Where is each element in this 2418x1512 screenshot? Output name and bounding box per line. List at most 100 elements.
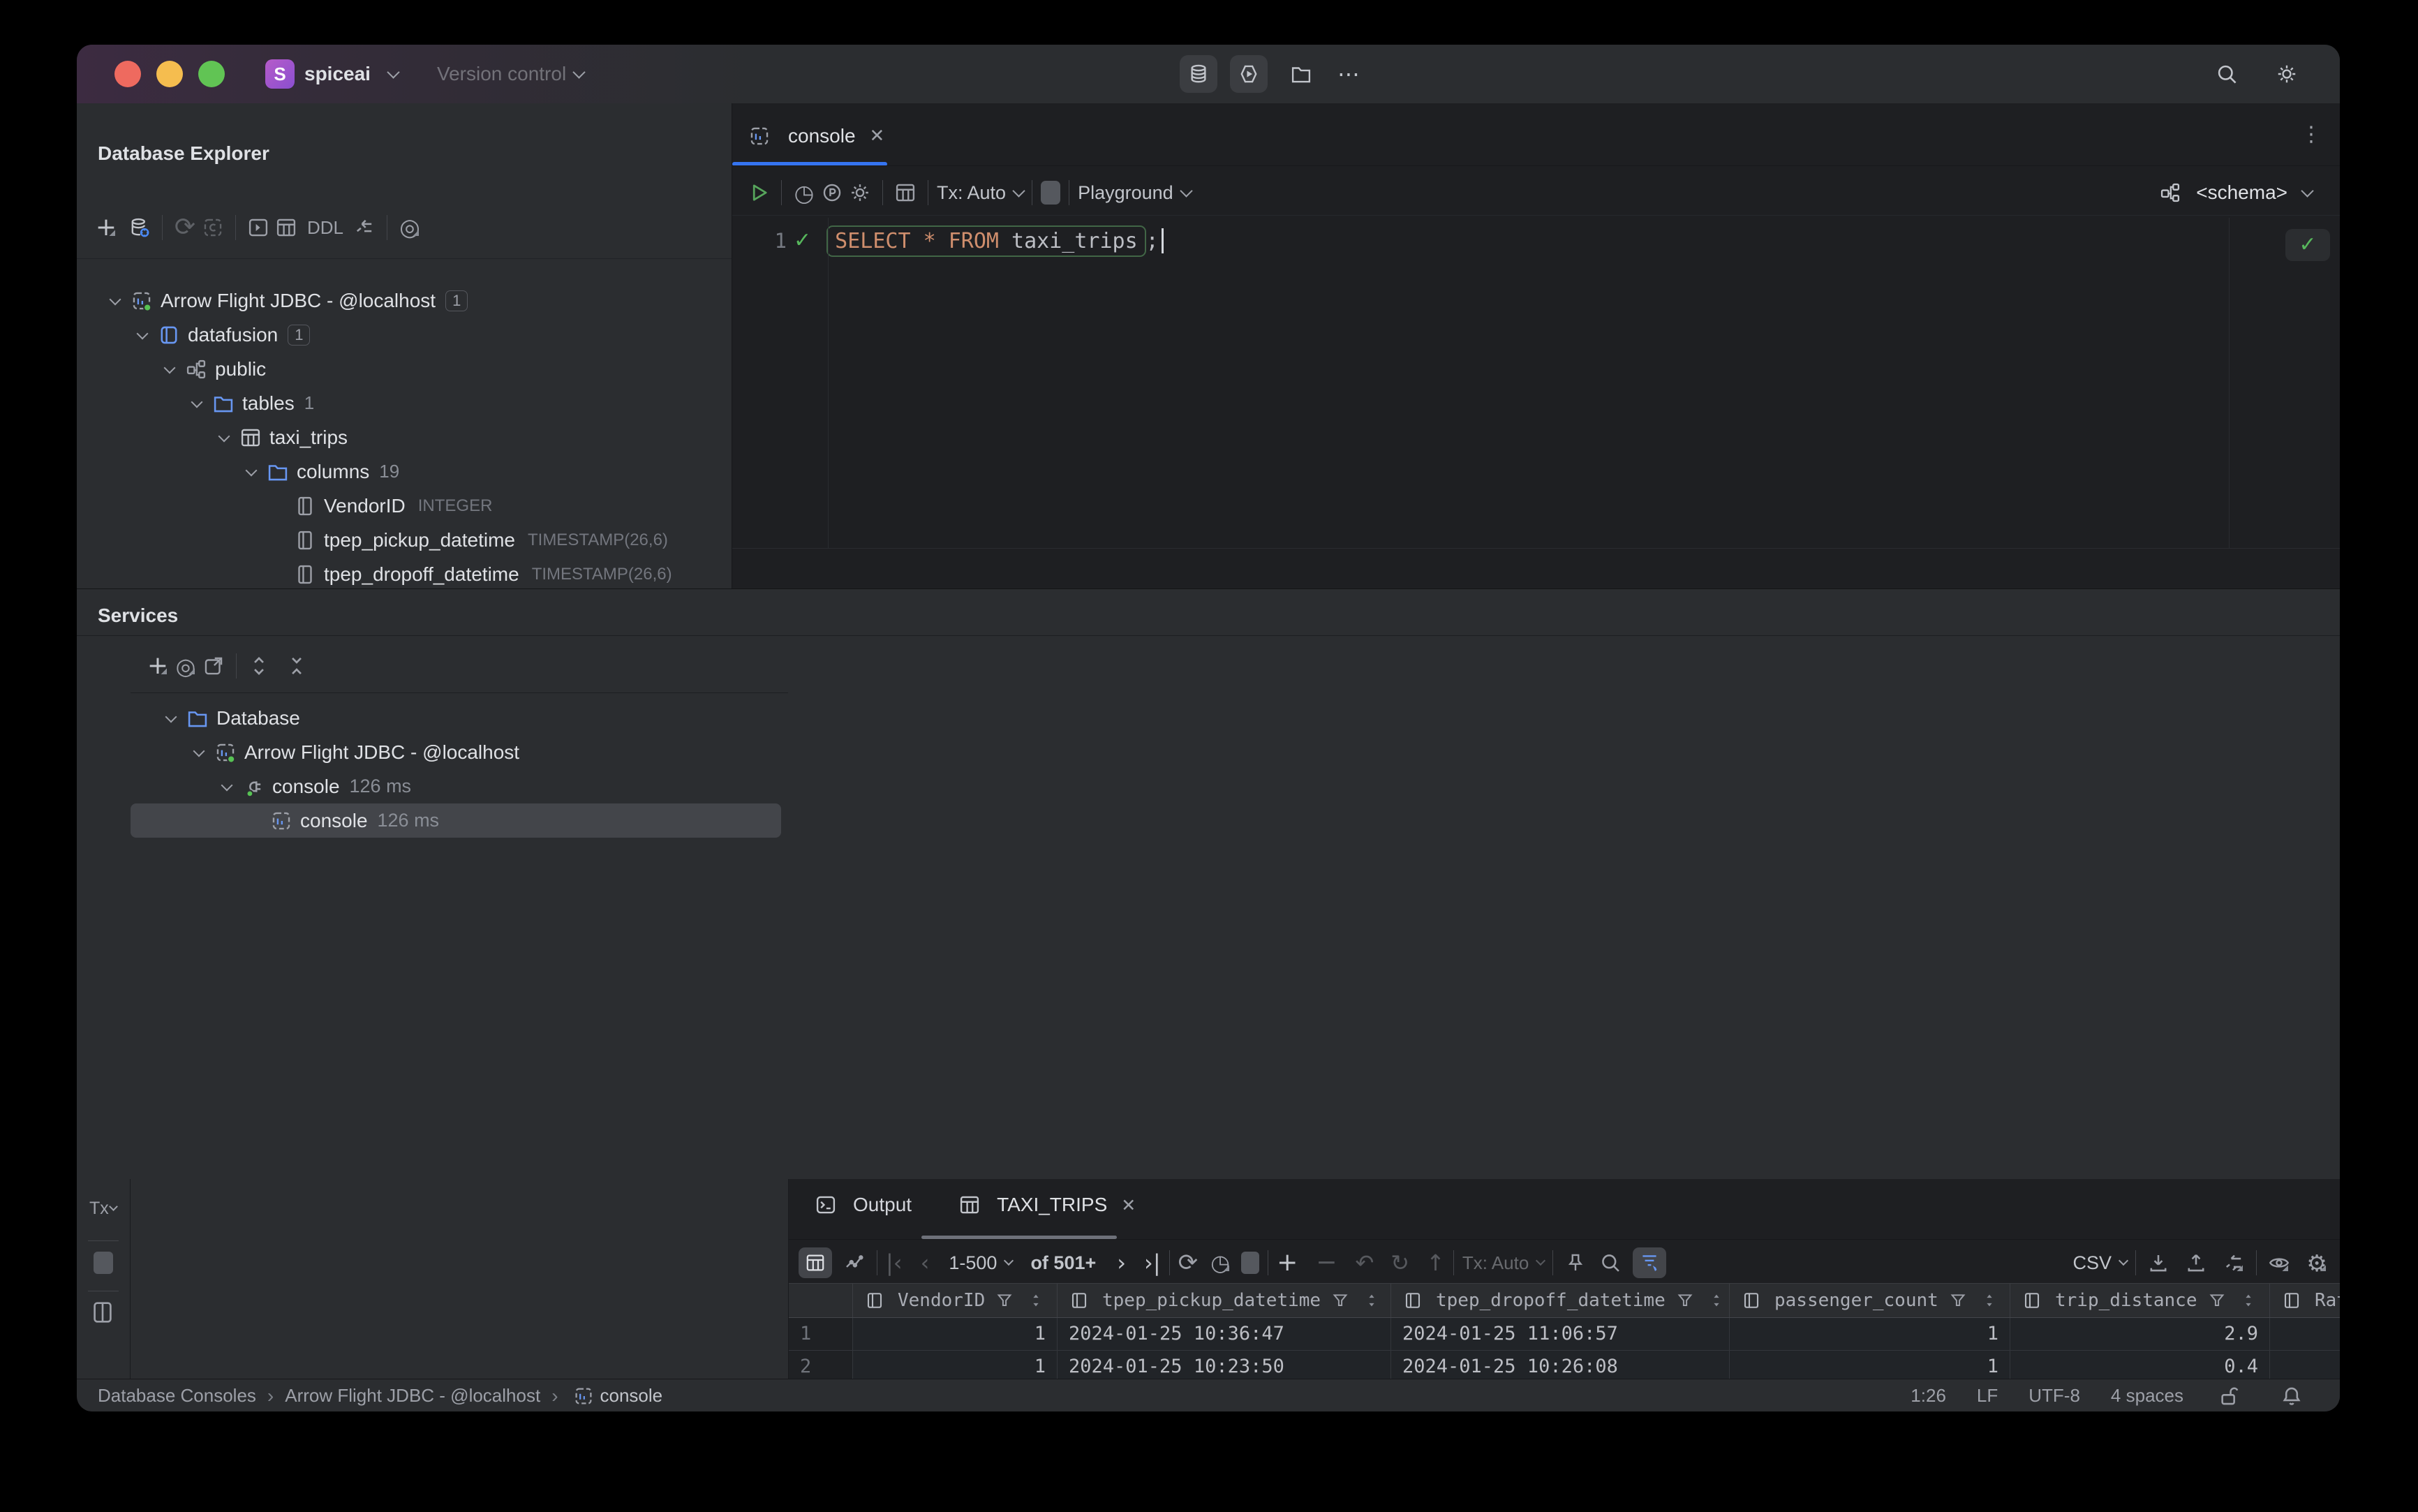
open-query-console-icon[interactable] bbox=[244, 214, 272, 242]
refresh-icon[interactable]: ⟳ bbox=[171, 214, 199, 242]
filter-panel-button[interactable] bbox=[1633, 1247, 1667, 1278]
settings-gear-icon[interactable] bbox=[2273, 60, 2301, 88]
schema-select[interactable]: <schema> bbox=[2154, 170, 2314, 215]
tree-item-tables[interactable]: tables 1 bbox=[77, 386, 732, 420]
tree-item-console[interactable]: console 126 ms bbox=[131, 769, 788, 803]
editor-kebab-menu-icon[interactable]: ⋮ bbox=[2301, 124, 2322, 145]
tx-mode-select[interactable]: Tx: Auto bbox=[937, 182, 1025, 204]
column-header-vendorid[interactable]: VendorID bbox=[853, 1284, 1058, 1317]
encoding[interactable]: UTF-8 bbox=[2028, 1385, 2080, 1407]
find-icon[interactable] bbox=[1596, 1249, 1624, 1277]
lock-open-icon[interactable] bbox=[2217, 1384, 2241, 1408]
chevron-down-icon[interactable] bbox=[188, 742, 209, 763]
add-service-button[interactable]: + bbox=[144, 652, 172, 680]
chevron-down-icon[interactable] bbox=[214, 427, 235, 448]
filter-funnel-icon[interactable] bbox=[2207, 1291, 2227, 1310]
expand-all-icon[interactable] bbox=[245, 652, 273, 680]
view-data-icon[interactable] bbox=[272, 214, 300, 242]
project-folder-icon[interactable] bbox=[1287, 60, 1315, 88]
run-query-button[interactable] bbox=[745, 179, 773, 207]
playground-select[interactable]: Playground bbox=[1078, 182, 1193, 204]
stop-query-button[interactable] bbox=[1241, 1252, 1260, 1274]
tree-item-vendorid[interactable]: VendorID INTEGER bbox=[77, 489, 732, 523]
page-size-select[interactable]: 1-500 bbox=[949, 1252, 1014, 1274]
editor-line-1[interactable]: 1 ✓ SELECT * FROM taxi_trips ; bbox=[732, 221, 2340, 261]
column-header-trip_distance[interactable]: trip_distance bbox=[2010, 1284, 2270, 1317]
tree-item-tpep-dropoff-datetime[interactable]: tpep_dropoff_datetime TIMESTAMP(26,6) bbox=[77, 557, 732, 588]
tree-item-datafusion[interactable]: datafusion 1 bbox=[77, 318, 732, 352]
jump-to-console-icon[interactable] bbox=[199, 214, 227, 242]
minimize-window-button[interactable] bbox=[156, 61, 183, 87]
cell[interactable]: 2024-01-25 10:36:47 bbox=[1058, 1318, 1391, 1351]
tree-item-taxi-trips[interactable]: taxi_trips bbox=[77, 420, 732, 454]
tree-item-columns[interactable]: columns 19 bbox=[77, 454, 732, 489]
execution-plan-icon[interactable] bbox=[818, 179, 846, 207]
sort-icon[interactable] bbox=[1707, 1291, 1726, 1310]
chevron-down-icon[interactable] bbox=[159, 359, 180, 380]
chevron-down-icon[interactable] bbox=[132, 325, 153, 346]
stop-process-square-icon[interactable] bbox=[94, 1252, 113, 1274]
sort-icon[interactable] bbox=[1027, 1291, 1045, 1310]
grid-tx-mode-select[interactable]: Tx: Auto bbox=[1462, 1252, 1546, 1274]
export-format-select[interactable]: CSV bbox=[2072, 1252, 2129, 1274]
tree-item-arrow-flight-jdbc-localhost[interactable]: Arrow Flight JDBC - @localhost 1 bbox=[77, 283, 732, 318]
tree-item-database[interactable]: Database bbox=[131, 701, 788, 735]
cell[interactable]: 1 bbox=[853, 1318, 1058, 1351]
revert-icon[interactable]: ↶ bbox=[1355, 1252, 1374, 1274]
next-page-icon[interactable]: › bbox=[1117, 1252, 1126, 1274]
cell[interactable]: 2024-01-25 11:06:57 bbox=[1391, 1318, 1730, 1351]
close-window-button[interactable] bbox=[114, 61, 141, 87]
vcs-widget[interactable]: Version control bbox=[437, 63, 586, 85]
sort-icon[interactable] bbox=[1363, 1291, 1381, 1310]
commit-icon[interactable]: ↑ bbox=[1426, 1252, 1445, 1274]
tree-item-arrow-flight-jdbc-localhost[interactable]: Arrow Flight JDBC - @localhost bbox=[131, 735, 788, 769]
in-editor-results-icon[interactable] bbox=[891, 179, 919, 207]
tree-item-public[interactable]: public bbox=[77, 352, 732, 386]
breadcrumb-item[interactable]: Database Consoles bbox=[98, 1385, 256, 1407]
reload-page-icon[interactable]: ⟳ bbox=[1178, 1251, 1199, 1275]
tab-console[interactable]: console ✕ bbox=[743, 123, 884, 149]
close-tab-icon[interactable]: ✕ bbox=[1121, 1196, 1136, 1214]
chevron-down-icon[interactable] bbox=[161, 708, 181, 729]
cell[interactable]: 1 bbox=[1730, 1318, 2010, 1351]
previous-page-icon[interactable]: ‹ bbox=[921, 1252, 930, 1274]
filter-funnel-icon[interactable] bbox=[1330, 1291, 1350, 1310]
export-download-icon[interactable] bbox=[2144, 1249, 2172, 1277]
view-as-chart-icon[interactable] bbox=[840, 1249, 868, 1277]
cell[interactable] bbox=[2270, 1318, 2340, 1351]
collapse-all-icon[interactable] bbox=[283, 652, 311, 680]
query-history-icon[interactable]: ◷ bbox=[790, 179, 818, 207]
tab-taxi-trips[interactable]: TAXI_TRIPS ✕ bbox=[954, 1192, 1136, 1218]
pin-tab-icon[interactable] bbox=[1562, 1249, 1589, 1277]
delete-row-icon[interactable]: − bbox=[1316, 1250, 1337, 1275]
add-datasource-button[interactable]: + bbox=[92, 214, 120, 242]
ddl-button[interactable]: DDL bbox=[307, 217, 343, 239]
breadcrumb-item[interactable]: Arrow Flight JDBC - @localhost bbox=[285, 1385, 540, 1407]
grid-settings-gear-icon[interactable]: ⚙ bbox=[2303, 1249, 2331, 1277]
stop-button[interactable] bbox=[1041, 181, 1061, 205]
table-row[interactable]: 1 1 2024-01-25 10:36:47 2024-01-25 11:06:57… bbox=[789, 1318, 2340, 1351]
first-page-icon[interactable]: |‹ bbox=[886, 1252, 903, 1274]
column-header-passenger_count[interactable]: passenger_count bbox=[1730, 1284, 2010, 1317]
column-header-tpep_pickup_datetime[interactable]: tpep_pickup_datetime bbox=[1058, 1284, 1391, 1317]
filter-funnel-icon[interactable] bbox=[995, 1291, 1014, 1310]
console-settings-gear-icon[interactable] bbox=[846, 179, 874, 207]
submit-icon[interactable]: ↻ bbox=[1390, 1252, 1409, 1274]
auto-refresh-icon[interactable]: ◷ bbox=[1206, 1249, 1234, 1277]
tx-guidance-icon[interactable]: Tx bbox=[89, 1199, 118, 1219]
last-page-icon[interactable]: ›| bbox=[1144, 1252, 1161, 1274]
caret-position[interactable]: 1:26 bbox=[1911, 1385, 1946, 1407]
open-in-new-tab-icon[interactable] bbox=[200, 652, 228, 680]
breadcrumb-item[interactable]: console bbox=[600, 1385, 663, 1407]
chevron-down-icon[interactable] bbox=[105, 290, 126, 311]
maximize-window-button[interactable] bbox=[198, 61, 225, 87]
sort-icon[interactable] bbox=[1980, 1291, 1998, 1310]
database-tool-button[interactable] bbox=[1180, 55, 1217, 93]
view-options-eye-icon[interactable] bbox=[2265, 1249, 2293, 1277]
edit-data-source-icon[interactable] bbox=[2220, 1249, 2248, 1277]
datasource-settings-icon[interactable] bbox=[126, 214, 154, 242]
show-services-options-icon[interactable]: ◎ bbox=[172, 652, 200, 680]
view-as-table-button[interactable] bbox=[799, 1247, 832, 1278]
import-upload-icon[interactable] bbox=[2182, 1249, 2210, 1277]
search-everywhere-icon[interactable] bbox=[2213, 60, 2241, 88]
